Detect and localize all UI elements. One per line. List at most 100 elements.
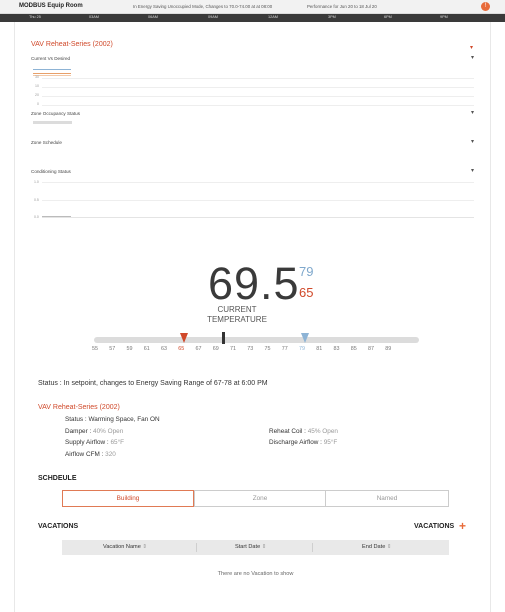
scale-tick: 61 <box>143 346 150 352</box>
scale-tick: 59 <box>126 346 133 352</box>
scale-tick: 65 <box>178 346 185 352</box>
current-temperature-marker <box>221 332 225 344</box>
sort-icon[interactable]: ⇕ <box>387 544 392 550</box>
equipment-status-value: Warming Space, Fan ON <box>86 416 160 423</box>
mode-banner: In Energy Saving Unoccupied Mode, Change… <box>133 4 273 9</box>
timeline-label: 6PM <box>384 15 392 19</box>
scale-tick: 79 <box>299 346 305 352</box>
tab-building[interactable]: Building <box>62 490 194 507</box>
zone-schedule-label[interactable]: Zone Schedule <box>31 140 62 145</box>
chevron-down-icon[interactable]: ▾ <box>471 167 474 174</box>
reheat-coil-label: Reheat Coil : <box>269 428 306 435</box>
column-label: Start Date <box>235 544 261 550</box>
conditioning-status-label[interactable]: Conditioning Status <box>31 169 71 174</box>
chevron-down-icon[interactable]: ▾ <box>470 44 473 51</box>
discharge-airflow-field: Discharge Airflow : 95°F <box>269 439 337 446</box>
sort-icon[interactable]: ⇕ <box>142 544 147 550</box>
scale-tick: 55 <box>92 346 98 352</box>
timeline-label: 9PM <box>440 15 448 19</box>
sort-icon[interactable]: ⇕ <box>262 544 267 550</box>
column-label: End Date <box>362 544 386 550</box>
column-start-date[interactable]: Start Date ⇕ <box>235 544 266 550</box>
gridline <box>42 105 474 106</box>
performance-range[interactable]: Performance for Jun 20 to 18 Jul 20 <box>307 4 377 9</box>
scale-tick: 89 <box>385 346 392 352</box>
gridline <box>42 78 474 79</box>
scale-tick: 81 <box>316 346 323 352</box>
scale-tick: 77 <box>281 346 288 352</box>
chevron-down-icon[interactable]: ▾ <box>471 109 474 116</box>
timeline-label: 09AM <box>208 15 218 19</box>
scale-tick: 57 <box>109 346 116 352</box>
damper-field: Damper : 40% Open <box>65 428 123 435</box>
scale-tick: 71 <box>230 346 236 352</box>
gridline <box>42 96 474 97</box>
damper-value: 40% Open <box>91 428 124 435</box>
page-title: MODBUS Equip Room <box>19 3 83 9</box>
scale-tick: 85 <box>350 346 357 352</box>
heat-setpoint-handle[interactable] <box>180 333 189 343</box>
zone-status: Status : In setpoint, changes to Energy … <box>38 380 268 387</box>
discharge-airflow-label: Discharge Airflow : <box>269 439 322 446</box>
plus-icon[interactable]: + <box>459 519 466 533</box>
gridline <box>42 87 474 88</box>
timeline-label: 12AM <box>268 15 278 19</box>
gridline <box>42 182 474 183</box>
scale-tick: 83 <box>333 346 340 352</box>
occupancy-bar <box>33 121 72 124</box>
airflow-cfm-value: 320 <box>103 451 116 458</box>
tab-zone[interactable]: Zone <box>194 490 326 507</box>
conditioning-line <box>42 216 71 217</box>
empty-table-message: There are no Vacation to show <box>217 571 294 577</box>
graph-section-title: VAV Reheat-Series (2002) <box>31 41 113 48</box>
equipment-status: Status : Warming Space, Fan ON <box>65 416 160 423</box>
add-vacation-label[interactable]: VACATIONS <box>414 523 454 530</box>
schedule-title: SCHDEULE <box>38 475 77 482</box>
equipment-status-label: Status : <box>65 416 87 423</box>
cool-setpoint-handle[interactable] <box>301 333 309 343</box>
current-line <box>33 73 71 74</box>
scale-tick: 67 <box>195 346 202 352</box>
airflow-cfm-field: Airflow CFM : 320 <box>65 451 116 458</box>
timeline-label: 3PM <box>328 15 336 19</box>
gridline <box>42 217 474 218</box>
scale-tick: 73 <box>247 346 254 352</box>
scale-tick: 87 <box>368 346 374 352</box>
vacations-title: VACATIONS <box>38 523 79 530</box>
reheat-coil-field: Reheat Coil : 45% Open <box>269 428 338 435</box>
cooling-setpoint[interactable]: 79 <box>299 264 313 279</box>
temperature-slider[interactable] <box>94 337 419 343</box>
reheat-coil-value: 45% Open <box>305 428 338 435</box>
timeline-label: Thu 25 <box>29 15 41 19</box>
scale-tick: 69 <box>212 346 219 352</box>
equipment-title: VAV Reheat-Series (2002) <box>38 404 120 411</box>
app-header: MODBUS Equip Room In Energy Saving Unocc… <box>0 0 505 14</box>
heating-setpoint[interactable]: 65 <box>299 285 313 300</box>
current-vs-desired-label[interactable]: Current Vs Desired <box>31 56 70 61</box>
timeline-label: 06AM <box>148 15 158 19</box>
axis-tick: 1.0 <box>34 180 39 184</box>
alert-icon[interactable]: ! <box>481 2 490 11</box>
chevron-down-icon[interactable]: ▾ <box>471 54 474 61</box>
discharge-airflow-value: 95°F <box>321 439 338 446</box>
current-temperature: 69.5 <box>208 258 300 309</box>
tab-named[interactable]: Named <box>325 490 449 507</box>
vacations-table-header: Vacation Name ⇕ Start Date ⇕ End Date ⇕ <box>62 540 449 555</box>
column-label: Vacation Name <box>103 544 141 550</box>
supply-airflow-value: 65°F <box>108 439 125 446</box>
scale-tick: 75 <box>264 346 271 352</box>
supply-airflow-label: Supply Airflow : <box>65 439 109 446</box>
timeline-label: 03AM <box>89 15 99 19</box>
column-divider <box>196 543 197 552</box>
column-vacation-name[interactable]: Vacation Name ⇕ <box>103 544 147 550</box>
gridline <box>42 200 474 201</box>
status-label: Status : <box>38 380 62 387</box>
current-temperature-label: CURRENT TEMPERATURE <box>207 305 267 324</box>
axis-tick: 20 <box>35 93 39 97</box>
chevron-down-icon[interactable]: ▾ <box>471 138 474 145</box>
status-text: In setpoint, changes to Energy Saving Ra… <box>61 380 268 387</box>
zone-occupancy-label[interactable]: Zone Occupancy Status <box>31 111 80 116</box>
axis-tick: 10 <box>35 84 39 88</box>
axis-tick: 0 <box>37 102 39 106</box>
column-end-date[interactable]: End Date ⇕ <box>362 544 392 550</box>
